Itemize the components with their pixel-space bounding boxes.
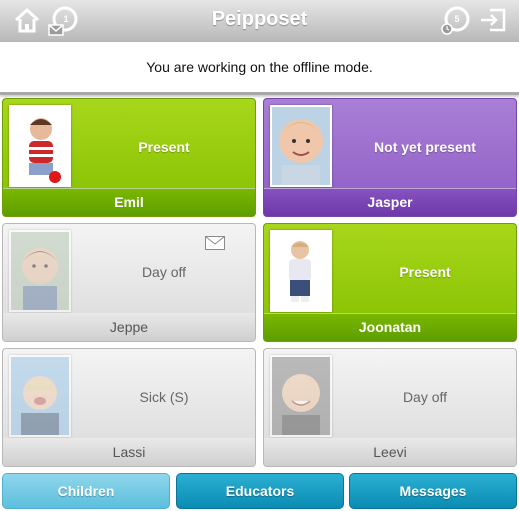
tab-messages[interactable]: Messages: [349, 473, 517, 509]
child-name: Leevi: [264, 438, 516, 466]
child-name: Joonatan: [264, 313, 516, 341]
child-status: Present: [399, 264, 451, 280]
child-card-jeppe[interactable]: Day off Jeppe: [2, 223, 256, 342]
activity-icon[interactable]: 5: [440, 5, 470, 35]
child-status: Not yet present: [374, 139, 476, 155]
offline-notice: You are working on the offline mode.: [0, 42, 519, 95]
child-card-lassi[interactable]: Sick (S) Lassi: [2, 348, 256, 467]
child-name: Jeppe: [3, 313, 255, 341]
child-photo: [270, 230, 332, 312]
child-photo: [9, 230, 71, 312]
child-card-emil[interactable]: Present Emil: [2, 98, 256, 217]
child-name: Jasper: [264, 188, 516, 216]
child-status: Present: [138, 139, 190, 155]
child-card-jasper[interactable]: Not yet present Jasper: [263, 98, 517, 217]
logout-icon[interactable]: [478, 5, 508, 35]
child-name: Lassi: [3, 438, 255, 466]
child-card-leevi[interactable]: Day off Leevi: [263, 348, 517, 467]
child-photo: [270, 105, 332, 187]
tab-children[interactable]: Children: [2, 473, 170, 509]
child-status: Day off: [141, 264, 187, 280]
activity-count-badge: 5: [454, 14, 460, 24]
child-status: Day off: [402, 389, 448, 405]
child-status: Sick (S): [139, 389, 189, 405]
child-photo: [9, 355, 71, 437]
child-name: Emil: [3, 188, 255, 216]
child-card-joonatan[interactable]: Present Joonatan: [263, 223, 517, 342]
child-photo: [9, 105, 71, 187]
app-header: 1 Peipposet 5: [0, 0, 519, 43]
child-photo: [270, 355, 332, 437]
tab-educators[interactable]: Educators: [176, 473, 344, 509]
